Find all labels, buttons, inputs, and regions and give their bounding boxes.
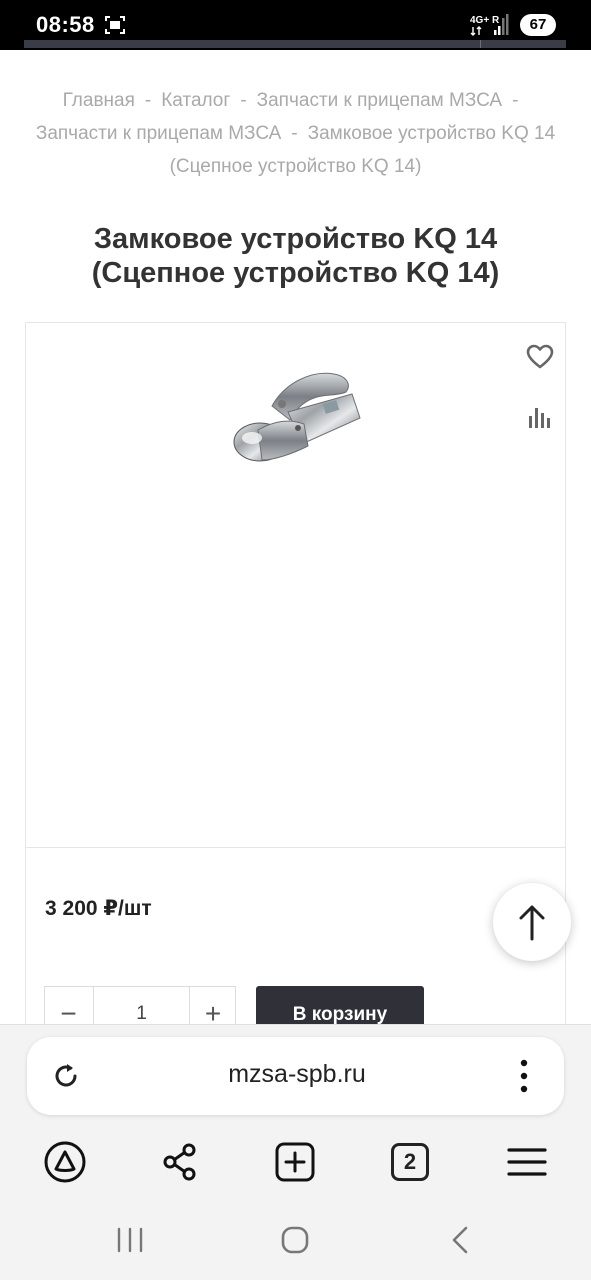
battery-indicator: 67 [520,14,556,36]
product-price: 3 200 ₽/шт [45,897,152,920]
share-icon[interactable] [158,1140,202,1184]
vertical-dots-icon[interactable] [514,1058,534,1094]
reload-icon[interactable] [51,1061,81,1091]
arrow-up-icon [519,905,545,941]
alice-assistant-icon[interactable] [43,1140,87,1184]
screen-recorder-icon [105,16,125,34]
breadcrumb-catalog[interactable]: Каталог [161,90,230,111]
site-header-strip [24,40,566,48]
bar-chart-icon[interactable] [526,404,554,430]
breadcrumb-category[interactable]: Запчасти к прицепам МЗСА [257,90,502,111]
plus-square-icon[interactable] [273,1140,317,1184]
home-icon[interactable] [275,1220,315,1260]
breadcrumb-separator: - [144,90,152,111]
hamburger-menu-icon[interactable] [505,1140,549,1184]
product-image[interactable] [228,366,364,470]
svg-text:R: R [492,15,500,26]
status-time: 08:58 [36,12,95,37]
recent-apps-icon[interactable] [110,1220,150,1260]
breadcrumb: Главная - Каталог - Запчасти к прицепам МЗСА… [24,84,567,183]
breadcrumb-home[interactable]: Главная [63,90,135,111]
heart-icon[interactable] [526,344,554,370]
tabs-counter-button[interactable]: 2 [391,1143,429,1181]
breadcrumb-separator: - [240,90,247,111]
scroll-to-top-button[interactable] [493,883,571,961]
page-title: Замковое устройство KQ 14 (Сцепное устро… [91,223,500,289]
breadcrumb-subcategory[interactable]: Запчасти к прицепам МЗСА [36,123,281,144]
network-signal-icon: 4G+ R [470,14,509,36]
breadcrumb-separator: - [512,90,519,111]
url-text[interactable]: mzsa-spb.ru [120,1060,474,1089]
back-icon[interactable] [441,1220,481,1260]
card-divider [26,847,565,848]
header-divider [480,40,481,48]
breadcrumb-separator: - [291,123,298,144]
network-type-label: 4G+ [470,15,489,26]
